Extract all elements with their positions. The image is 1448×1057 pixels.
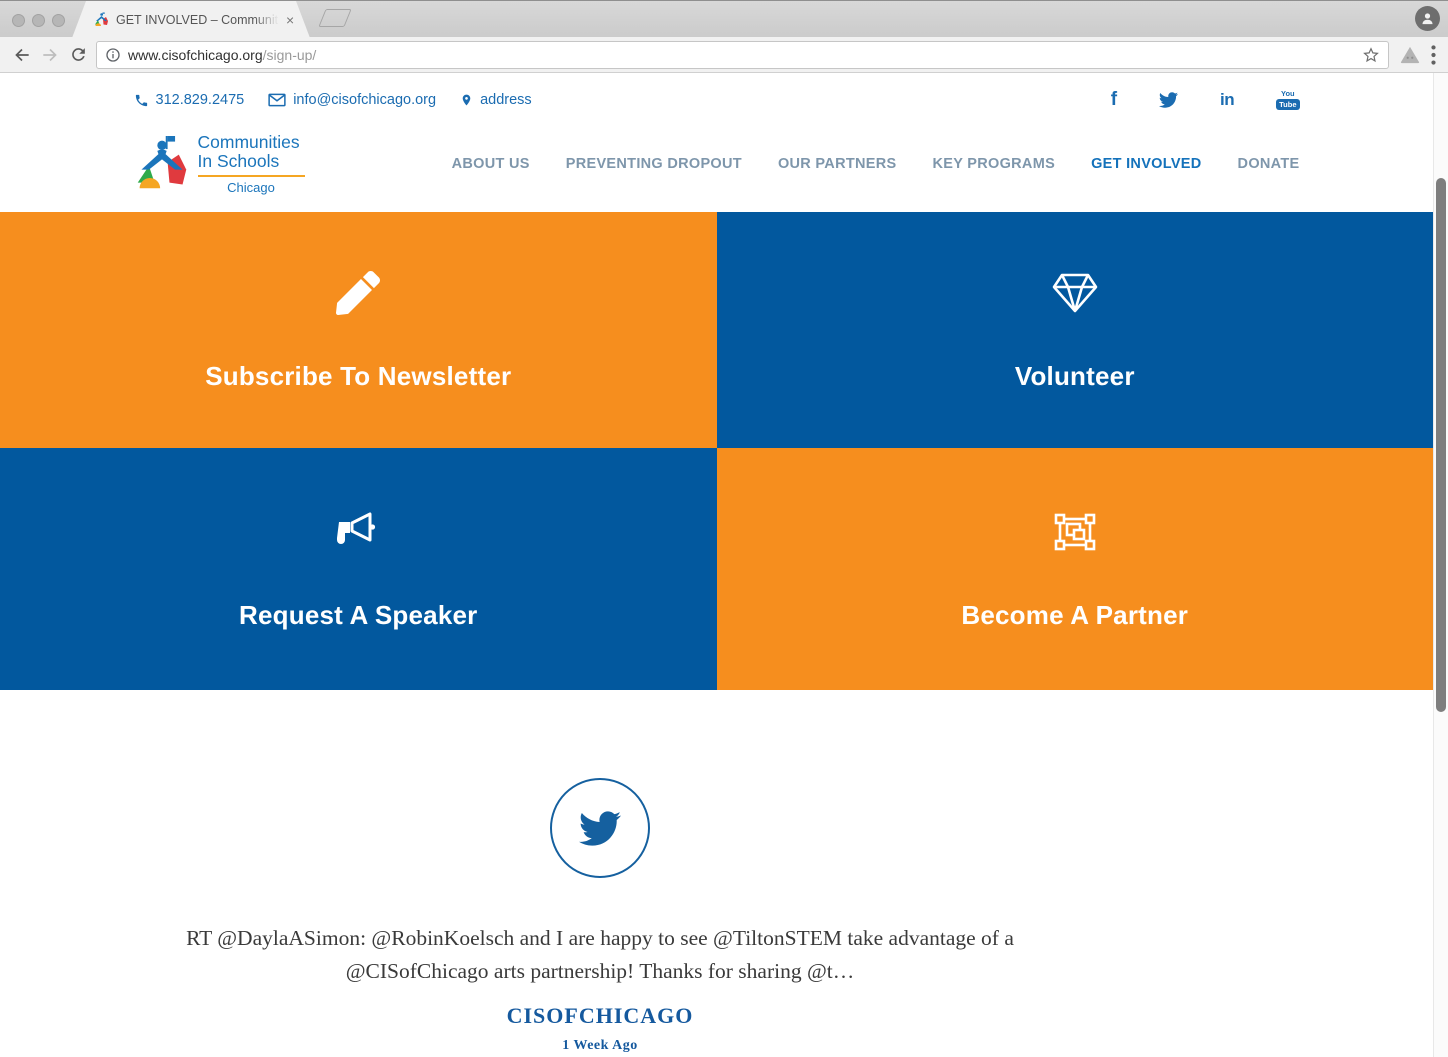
window-controls	[12, 14, 65, 27]
url-path: /sign-up/	[263, 47, 317, 63]
tile-volunteer[interactable]: Volunteer	[717, 212, 1434, 448]
twitter-badge[interactable]	[550, 778, 650, 878]
url-text: www.cisofchicago.org/sign-up/	[128, 47, 316, 63]
tweet-timestamp: 1 Week Ago	[562, 1038, 638, 1054]
tile-become-partner[interactable]: Become A Partner	[717, 448, 1434, 690]
browser-window: GET INVOLVED – Communities × www.cisofch…	[0, 0, 1448, 1057]
logo-line-1: Communities	[198, 133, 305, 152]
tweet-line-2: @CISofChicago arts partnership! Thanks f…	[186, 955, 1014, 988]
twitter-feed-section: RT @DaylaASimon: @RobinKoelsch and I are…	[0, 690, 1200, 1054]
menu-dots-icon[interactable]	[1431, 45, 1436, 65]
phone-link[interactable]: 312.829.2475	[134, 92, 245, 108]
logo-rule	[198, 175, 305, 177]
bookmark-star-icon[interactable]	[1362, 46, 1380, 64]
profile-avatar-icon[interactable]	[1415, 6, 1440, 31]
tile-label: Request A Speaker	[239, 600, 477, 631]
facebook-icon[interactable]: f	[1111, 89, 1117, 111]
logo-text: Communities In Schools Chicago	[198, 133, 305, 195]
address-link[interactable]: address	[460, 92, 532, 108]
map-pin-icon	[460, 92, 473, 108]
youtube-top-text: You	[1281, 90, 1295, 98]
page-info-icon[interactable]	[105, 47, 121, 63]
tweet-text: RT @DaylaASimon: @RobinKoelsch and I are…	[186, 922, 1014, 988]
get-involved-tiles: Subscribe To Newsletter Volunteer	[0, 212, 1433, 690]
pencil-icon	[336, 269, 380, 317]
gem-icon	[1051, 269, 1099, 317]
tile-subscribe-newsletter[interactable]: Subscribe To Newsletter	[0, 212, 717, 448]
nav-item-key-programs[interactable]: KEY PROGRAMS	[932, 156, 1055, 172]
youtube-icon[interactable]: You Tube	[1276, 90, 1299, 110]
tab-strip: GET INVOLVED – Communities ×	[0, 0, 1448, 37]
back-button[interactable]	[8, 41, 36, 69]
nav-item-preventing-dropout[interactable]: PREVENTING DROPOUT	[566, 156, 742, 172]
social-row: f in You Tube	[1111, 89, 1300, 111]
scrollbar-thumb[interactable]	[1436, 178, 1446, 712]
brand-row: Communities In Schools Chicago ABOUT US …	[134, 116, 1300, 212]
linkedin-icon[interactable]: in	[1220, 90, 1234, 110]
address-bar[interactable]: www.cisofchicago.org/sign-up/	[96, 41, 1389, 69]
toolbar-right	[1397, 45, 1440, 65]
site-logo[interactable]: Communities In Schools Chicago	[134, 133, 305, 195]
envelope-icon	[268, 93, 286, 107]
twitter-icon[interactable]	[1159, 92, 1178, 108]
nav-item-donate[interactable]: DONATE	[1238, 156, 1300, 172]
browser-tab[interactable]: GET INVOLVED – Communities ×	[72, 1, 310, 38]
tile-label: Volunteer	[1015, 361, 1135, 392]
megaphone-icon	[335, 508, 381, 556]
tab-title: GET INVOLVED – Communities	[116, 13, 284, 27]
phone-icon	[134, 93, 149, 108]
address-label: address	[480, 92, 532, 108]
main-nav: ABOUT US PREVENTING DROPOUT OUR PARTNERS…	[452, 156, 1300, 172]
nav-item-our-partners[interactable]: OUR PARTNERS	[778, 156, 897, 172]
artboard-icon	[1052, 508, 1098, 556]
page-content: 312.829.2475 info@cisofchicago.org addre…	[0, 73, 1448, 1057]
twitter-bird-icon	[579, 811, 621, 846]
contact-row: 312.829.2475 info@cisofchicago.org addre…	[134, 86, 1300, 114]
window-zoom-button[interactable]	[52, 14, 65, 27]
browser-toolbar: www.cisofchicago.org/sign-up/	[0, 37, 1448, 73]
logo-line-2: In Schools	[198, 152, 305, 171]
site-favicon-icon	[94, 12, 109, 27]
page-scrollbar[interactable]	[1433, 73, 1448, 1057]
logo-city: Chicago	[198, 180, 305, 195]
forward-button[interactable]	[36, 41, 64, 69]
tweet-account-link[interactable]: CISOFCHICAGO	[507, 1003, 694, 1029]
logo-mark-icon	[134, 133, 190, 195]
new-tab-button[interactable]	[318, 9, 351, 27]
nav-item-get-involved[interactable]: GET INVOLVED	[1091, 156, 1201, 172]
nav-item-about-us[interactable]: ABOUT US	[452, 156, 530, 172]
site-header: 312.829.2475 info@cisofchicago.org addre…	[134, 86, 1300, 212]
tile-request-speaker[interactable]: Request A Speaker	[0, 448, 717, 690]
window-close-button[interactable]	[12, 14, 25, 27]
tweet-line-1: RT @DaylaASimon: @RobinKoelsch and I are…	[186, 922, 1014, 955]
tile-label: Subscribe To Newsletter	[205, 361, 511, 392]
tile-label: Become A Partner	[961, 600, 1188, 631]
youtube-box-text: Tube	[1276, 99, 1299, 111]
email-address: info@cisofchicago.org	[293, 92, 436, 108]
phone-number: 312.829.2475	[156, 92, 245, 108]
url-host: www.cisofchicago.org	[128, 47, 263, 63]
reload-button[interactable]	[64, 41, 92, 69]
extension-icon[interactable]	[1399, 45, 1421, 65]
tab-close-icon[interactable]: ×	[286, 13, 294, 27]
window-minimize-button[interactable]	[32, 14, 45, 27]
email-link[interactable]: info@cisofchicago.org	[268, 92, 436, 108]
